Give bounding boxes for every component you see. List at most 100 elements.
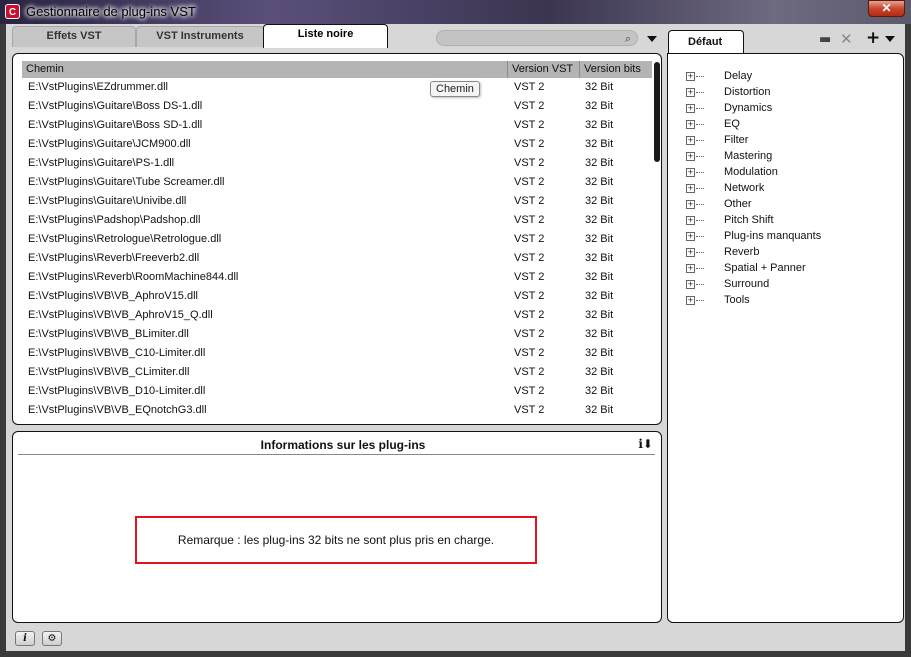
expand-icon[interactable]: +	[686, 184, 695, 193]
table-row[interactable]: E:\VstPlugins\Retrologue\Retrologue.dll V…	[22, 230, 652, 249]
table-row[interactable]: E:\VstPlugins\VB\VB_BLimiter.dll VST 2 32 …	[22, 325, 652, 344]
table-row[interactable]: E:\VstPlugins\VB\VB_CLimiter.dll VST 2 32 …	[22, 363, 652, 382]
info-panel-title: Informations sur les plug-ins	[260, 438, 426, 452]
tree-connector	[696, 252, 704, 253]
cell-vst-version: VST 2	[514, 176, 545, 188]
expand-icon[interactable]: +	[686, 280, 695, 289]
expand-icon[interactable]: +	[686, 296, 695, 305]
cell-bit-version: 32 Bit	[585, 404, 614, 416]
cell-path: E:\VstPlugins\Guitare\JCM900.dll	[28, 138, 191, 150]
table-row[interactable]: E:\VstPlugins\Guitare\PS-1.dll VST 2 32 Bi…	[22, 154, 652, 173]
info-icon[interactable]: i⬇	[638, 437, 653, 451]
expand-icon[interactable]: +	[686, 104, 695, 113]
tree-connector	[696, 172, 704, 173]
cell-vst-version: VST 2	[514, 157, 545, 169]
search-input[interactable]: ⌕	[436, 30, 638, 46]
table-row[interactable]: E:\VstPlugins\Reverb\RoomMachine844.dll V…	[22, 268, 652, 287]
tree-item-label: Dynamics	[724, 102, 773, 114]
tree-connector	[696, 76, 704, 77]
cell-bit-version: 32 Bit	[585, 385, 614, 397]
expand-icon[interactable]: +	[686, 72, 695, 81]
gear-icon: ⚙	[47, 633, 57, 644]
cell-vst-version: VST 2	[514, 233, 545, 245]
cell-path: E:\VstPlugins\Guitare\Univibe.dll	[28, 195, 187, 207]
column-header-bit-version[interactable]: Version bits	[579, 61, 652, 78]
tab-effets-vst[interactable]: Effets VST	[12, 26, 136, 47]
cell-bit-version: 32 Bit	[585, 157, 614, 169]
window-title: Gestionnaire de plug-ins VST	[26, 4, 196, 19]
folder-icon[interactable]: ▬	[819, 32, 831, 47]
expand-icon[interactable]: +	[686, 200, 695, 209]
table-row[interactable]: E:\VstPlugins\Guitare\JCM900.dll VST 2 32 …	[22, 135, 652, 154]
expand-icon[interactable]: +	[686, 88, 695, 97]
cell-path: E:\VstPlugins\VB\VB_D10-Limiter.dll	[28, 385, 206, 397]
table-row[interactable]: E:\VstPlugins\Guitare\Boss SD-1.dll VST 2…	[22, 116, 652, 135]
expand-icon[interactable]: +	[686, 120, 695, 129]
tab-default-collection[interactable]: Défaut	[668, 30, 744, 54]
table-row[interactable]: E:\VstPlugins\Padshop\Padshop.dll VST 2 32…	[22, 211, 652, 230]
search-icon[interactable]: ⌕	[625, 32, 631, 46]
table-row[interactable]: E:\VstPlugins\Guitare\Univibe.dll VST 2 32…	[22, 192, 652, 211]
table-row[interactable]: E:\VstPlugins\Guitare\Tube Screamer.dll V…	[22, 173, 652, 192]
cell-vst-version: VST 2	[514, 271, 545, 283]
tree-item-label: Modulation	[724, 166, 778, 178]
tree-connector	[696, 284, 704, 285]
cell-bit-version: 32 Bit	[585, 252, 614, 264]
cell-vst-version: VST 2	[514, 328, 545, 340]
table-row[interactable]: E:\VstPlugins\EZdrummer.dll VST 2 32 Bit	[22, 78, 652, 97]
cell-vst-version: VST 2	[514, 214, 545, 226]
cell-vst-version: VST 2	[514, 81, 545, 93]
settings-button[interactable]: ⚙	[42, 631, 62, 646]
tree-item-label: Other	[724, 198, 752, 210]
window-close-button[interactable]: ✕	[868, 0, 905, 17]
cell-bit-version: 32 Bit	[585, 328, 614, 340]
tree-connector	[696, 140, 704, 141]
cell-path: E:\VstPlugins\VB\VB_AphroV15_Q.dll	[28, 309, 213, 321]
tree-connector	[696, 220, 704, 221]
tree-connector	[696, 188, 704, 189]
filter-dropdown-arrow-icon[interactable]	[647, 36, 657, 42]
cell-bit-version: 32 Bit	[585, 214, 614, 226]
tree-item-label: Filter	[724, 134, 749, 146]
table-row[interactable]: E:\VstPlugins\VB\VB_EQnotchG3.dll VST 2 32…	[22, 401, 652, 420]
column-header-path[interactable]: Chemin	[22, 61, 507, 78]
expand-icon[interactable]: +	[686, 168, 695, 177]
info-toggle-button[interactable]: i	[15, 631, 35, 646]
expand-icon[interactable]: +	[686, 136, 695, 145]
cell-path: E:\VstPlugins\Guitare\PS-1.dll	[28, 157, 175, 169]
table-row[interactable]: E:\VstPlugins\VB\VB_C10-Limiter.dll VST 2…	[22, 344, 652, 363]
table-row[interactable]: E:\VstPlugins\Guitare\Boss DS-1.dll VST 2…	[22, 97, 652, 116]
column-header-vst-version[interactable]: Version VST	[507, 61, 579, 78]
cell-path: E:\VstPlugins\Guitare\Boss DS-1.dll	[28, 100, 203, 112]
tree-item-label: EQ	[724, 118, 740, 130]
table-row[interactable]: E:\VstPlugins\VB\VB_D10-Limiter.dll VST 2…	[22, 382, 652, 401]
tree-item-label: Delay	[724, 70, 753, 82]
cell-path: E:\VstPlugins\VB\VB_C10-Limiter.dll	[28, 347, 206, 359]
expand-icon[interactable]: +	[686, 232, 695, 241]
cell-path: E:\VstPlugins\VB\VB_CLimiter.dll	[28, 366, 190, 378]
list-scrollbar[interactable]	[654, 62, 660, 162]
tree-item-label: Mastering	[724, 150, 773, 162]
cell-path: E:\VstPlugins\VB\VB_BLimiter.dll	[28, 328, 189, 340]
collection-dropdown-arrow-icon[interactable]	[885, 36, 895, 42]
table-row[interactable]: E:\VstPlugins\VB\VB_AphroV15.dll VST 2 32 …	[22, 287, 652, 306]
close-icon[interactable]: ✕	[840, 30, 853, 48]
cell-vst-version: VST 2	[514, 404, 545, 416]
table-row[interactable]: E:\VstPlugins\Reverb\Freeverb2.dll VST 2 3…	[22, 249, 652, 268]
expand-icon[interactable]: +	[686, 264, 695, 273]
cell-bit-version: 32 Bit	[585, 138, 614, 150]
expand-icon[interactable]: +	[686, 216, 695, 225]
cell-bit-version: 32 Bit	[585, 290, 614, 302]
divider	[18, 454, 655, 455]
cell-vst-version: VST 2	[514, 195, 545, 207]
cell-vst-version: VST 2	[514, 100, 545, 112]
cell-vst-version: VST 2	[514, 290, 545, 302]
tree-connector	[696, 204, 704, 205]
expand-icon[interactable]: +	[686, 152, 695, 161]
tab-liste-noire[interactable]: Liste noire	[263, 24, 388, 48]
list-header: Chemin Version VST Version bits	[22, 61, 652, 78]
expand-icon[interactable]: +	[686, 248, 695, 257]
plus-icon[interactable]: +	[866, 28, 880, 48]
table-row[interactable]: E:\VstPlugins\VB\VB_AphroV15_Q.dll VST 2 3…	[22, 306, 652, 325]
tab-vst-instruments[interactable]: VST Instruments	[136, 26, 264, 47]
